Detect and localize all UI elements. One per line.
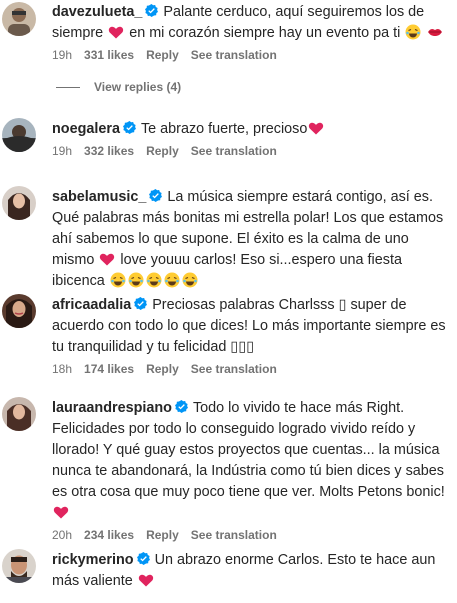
username[interactable]: rickymerino xyxy=(52,552,134,568)
username[interactable]: africaadalia xyxy=(52,297,131,313)
red-heart-emoji xyxy=(308,120,324,136)
comment-meta: 18h 174 likes Reply See translation xyxy=(52,362,449,376)
red-heart-emoji xyxy=(99,251,115,267)
timestamp: 19h xyxy=(52,144,73,158)
laughing-tears-emoji xyxy=(164,272,180,288)
verified-badge-icon xyxy=(174,400,188,413)
view-replies-button[interactable]: View replies (4) xyxy=(56,80,181,94)
laughing-tears-emoji xyxy=(146,272,162,288)
likes-count[interactable]: 331 likes xyxy=(84,48,134,62)
comment-meta: 19h 331 likes Reply See translation xyxy=(52,48,449,62)
comment-text: noegalera Te abrazo fuerte, precioso xyxy=(52,119,449,140)
username[interactable]: lauraandrespiano xyxy=(52,400,172,416)
comments-feed: davezulueta_ Palante cerduco, aquí seguir… xyxy=(0,0,457,603)
verified-badge-icon xyxy=(145,4,159,17)
likes-count[interactable]: 174 likes xyxy=(84,362,134,376)
comment-text: rickymerino Un abrazo enorme Carlos. Esto… xyxy=(52,552,436,589)
comment-meta: 19h 332 likes Reply See translation xyxy=(52,144,449,158)
verified-badge-icon xyxy=(122,121,136,134)
see-translation-button[interactable]: See translation xyxy=(191,528,277,542)
reply-button[interactable]: Reply xyxy=(146,362,179,376)
comment-text: lauraandrespiano Todo lo vivido te hace m… xyxy=(52,398,449,524)
reply-button[interactable]: Reply xyxy=(146,48,179,62)
username[interactable]: sabelamusic_ xyxy=(52,189,146,205)
timestamp: 19h xyxy=(52,48,73,62)
likes-count[interactable]: 234 likes xyxy=(84,528,134,542)
see-translation-button[interactable]: See translation xyxy=(191,362,277,376)
timestamp: 18h xyxy=(52,362,73,376)
see-translation-button[interactable]: See translation xyxy=(191,48,277,62)
avatar[interactable] xyxy=(2,397,36,431)
see-translation-button[interactable]: See translation xyxy=(191,144,277,158)
username[interactable]: noegalera xyxy=(52,121,120,137)
missing-glyphs: ▯▯▯ xyxy=(230,339,255,355)
verified-badge-icon xyxy=(134,297,148,310)
red-heart-emoji xyxy=(53,504,69,520)
timestamp: 20h xyxy=(52,528,73,542)
reply-button[interactable]: Reply xyxy=(146,144,179,158)
comment-text: africaadalia Preciosas palabras Charlsss … xyxy=(52,297,446,355)
avatar[interactable] xyxy=(2,294,36,328)
missing-glyph: ▯ xyxy=(338,297,347,313)
avatar[interactable] xyxy=(2,118,36,152)
avatar[interactable] xyxy=(2,186,36,220)
laughing-tears-emoji xyxy=(110,272,126,288)
comment-text: sabelamusic_ La música siempre estará con… xyxy=(52,189,444,289)
verified-badge-icon xyxy=(149,189,163,202)
laughing-tears-emoji xyxy=(128,272,144,288)
comment-text: davezulueta_ Palante cerduco, aquí seguir… xyxy=(52,2,449,44)
laughing-tears-emoji xyxy=(182,272,198,288)
username[interactable]: davezulueta_ xyxy=(52,4,142,20)
verified-badge-icon xyxy=(136,552,150,565)
laughing-tears-emoji xyxy=(405,24,421,40)
kiss-lips-emoji xyxy=(427,24,443,40)
red-heart-emoji xyxy=(138,572,154,588)
comment-meta: 20h 234 likes Reply See translation xyxy=(52,528,449,542)
divider xyxy=(56,86,80,88)
red-heart-emoji xyxy=(108,24,124,40)
reply-button[interactable]: Reply xyxy=(146,528,179,542)
avatar[interactable] xyxy=(2,549,36,583)
likes-count[interactable]: 332 likes xyxy=(84,144,134,158)
avatar[interactable] xyxy=(2,2,36,36)
